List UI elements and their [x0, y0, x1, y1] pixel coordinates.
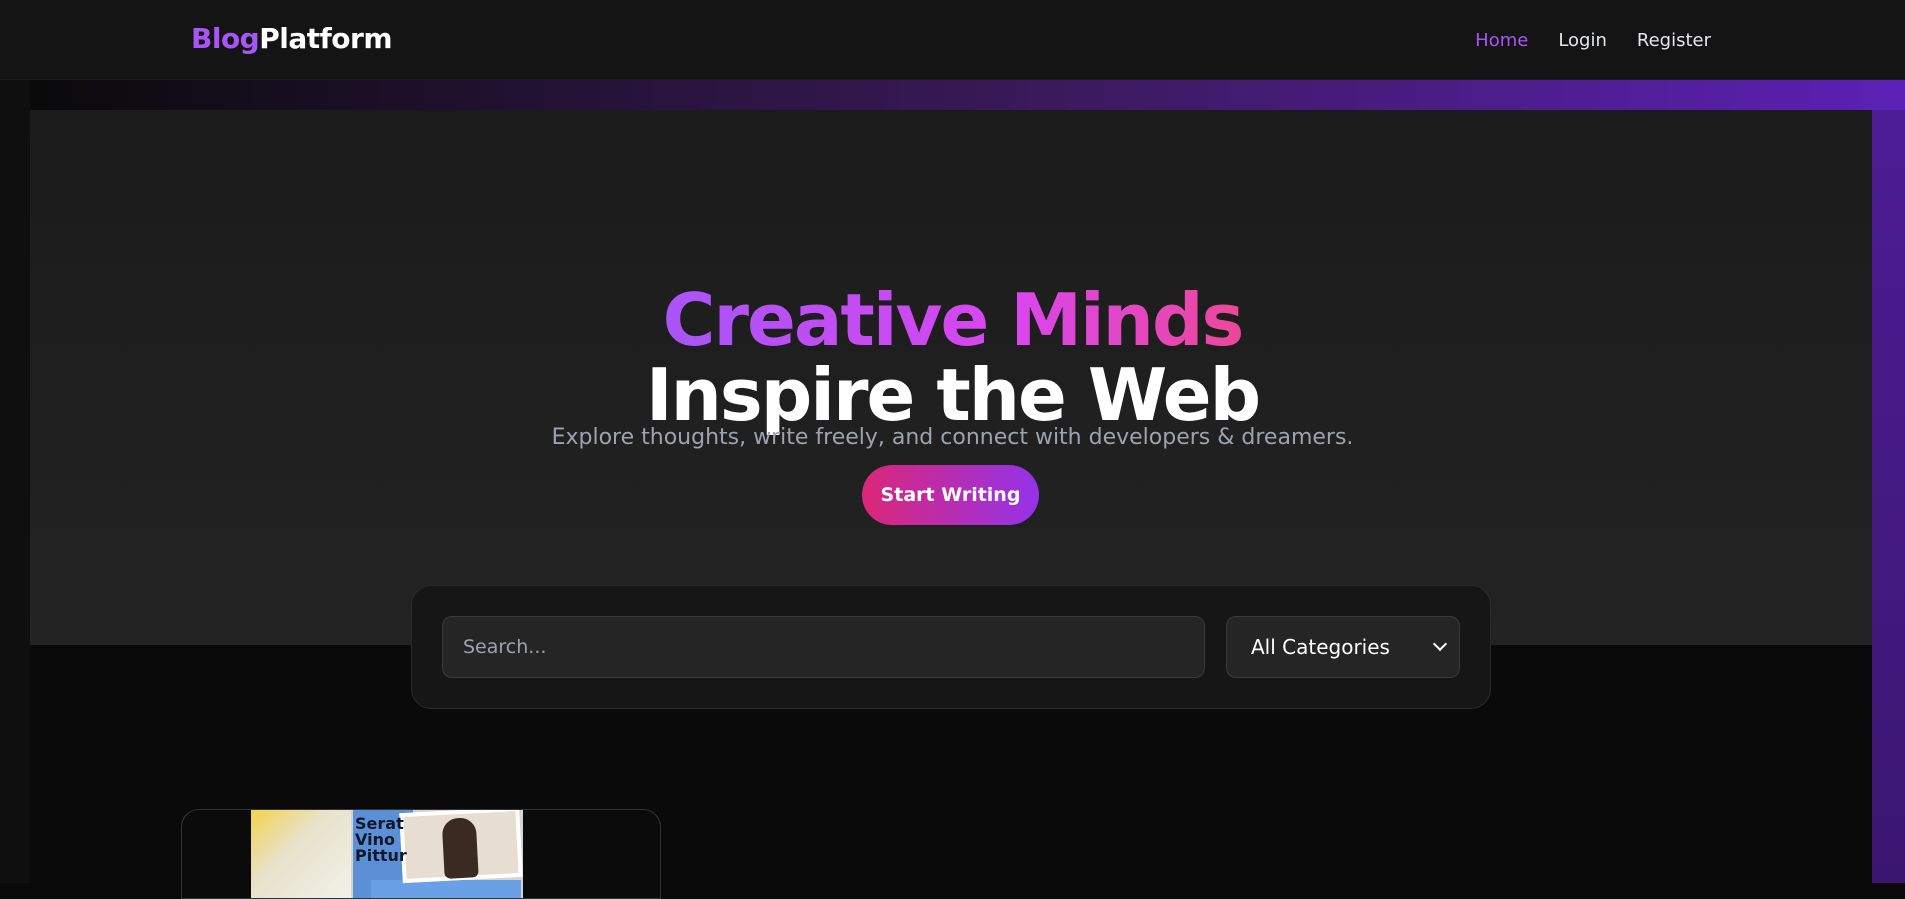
brand-logo[interactable]: BlogPlatform [191, 22, 393, 56]
start-writing-button[interactable]: Start Writing [862, 465, 1039, 525]
search-input[interactable] [442, 616, 1205, 678]
search-panel: All Categories [411, 585, 1491, 709]
hero-subtitle: Explore thoughts, write freely, and conn… [551, 425, 1354, 450]
nav-link-register[interactable]: Register [1637, 30, 1711, 51]
left-edge-shade [0, 80, 30, 883]
category-select[interactable]: All Categories [1226, 616, 1460, 678]
right-accent-strip [1872, 110, 1905, 883]
nav-link-login[interactable]: Login [1558, 30, 1607, 51]
top-navbar: BlogPlatform Home Login Register [0, 0, 1905, 80]
hero-title-gradient: Creative Minds [662, 278, 1245, 363]
nav-link-home[interactable]: Home [1475, 30, 1528, 51]
brand-part-platform: Platform [259, 22, 393, 55]
post-thumbnail-text: Serat Vino Pittur [355, 814, 407, 865]
post-thumbnail: Serat Vino Pittur [251, 810, 523, 898]
nav-links: Home Login Register [1475, 30, 1711, 51]
brand-part-blog: Blog [191, 22, 260, 55]
chevron-down-icon [1432, 636, 1448, 652]
post-card[interactable]: Serat Vino Pittur [181, 809, 661, 899]
category-select-value: All Categories [1251, 635, 1390, 659]
